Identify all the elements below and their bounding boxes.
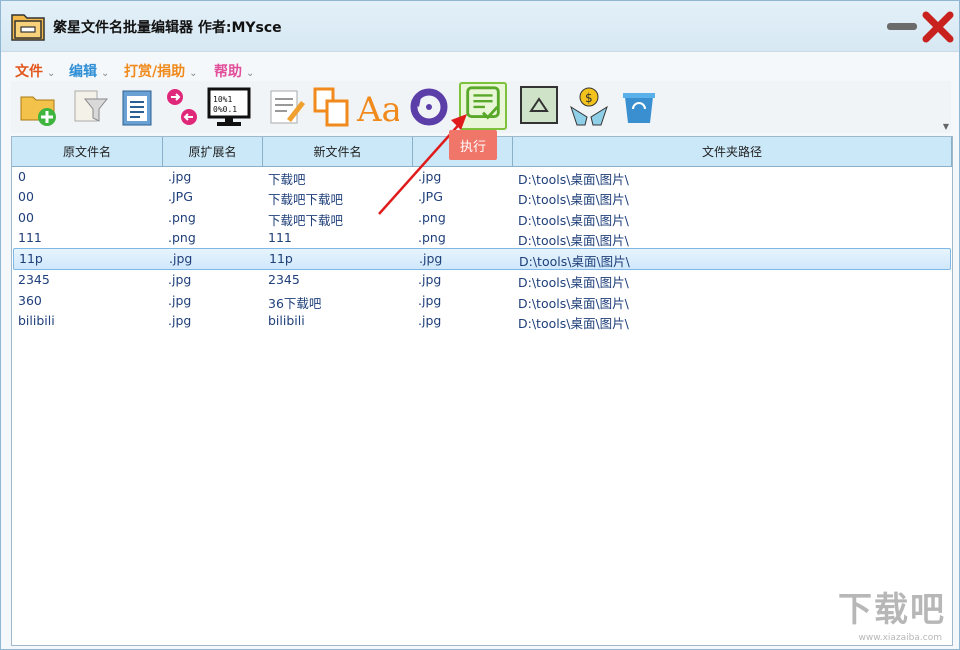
watermark-url: www.xiazaiba.com xyxy=(858,633,942,643)
menu-label: 帮助 xyxy=(214,64,242,80)
svg-text:$: $ xyxy=(585,91,593,105)
cell-original-ext: .jpg xyxy=(168,292,192,308)
cell-new-ext: .jpg xyxy=(418,313,442,329)
chevron-down-icon: ⌄ xyxy=(189,68,198,79)
app-window: 綮星文件名批量编辑器 作者:MYsce 文件 ⌄ 编辑 ⌄ 打赏/捐助 ⌄ 帮助 ⌄ 1… xyxy=(0,0,960,650)
menu-donate[interactable]: 打赏/捐助 ⌄ xyxy=(124,61,198,81)
clipboard-list-icon[interactable] xyxy=(115,83,159,129)
cell-folder-path: D:\tools\桌面\图片\ xyxy=(518,295,629,311)
table-row[interactable]: bilibili .jpg bilibili .jpg D:\tools\桌面\… xyxy=(12,311,952,331)
recycle-document-icon[interactable] xyxy=(517,83,561,129)
menu-label: 打赏/捐助 xyxy=(124,64,186,80)
cell-original-name: bilibili xyxy=(18,313,55,329)
move-arrows-icon[interactable] xyxy=(161,83,205,129)
close-icon[interactable] xyxy=(921,11,955,43)
file-table: 原文件名 原扩展名 新文件名 新 文件夹路径 0 .jpg 下载吧 .jpg D… xyxy=(11,136,953,646)
add-folder-icon[interactable] xyxy=(17,83,61,129)
minimize-button[interactable] xyxy=(887,23,917,30)
cell-original-ext: .jpg xyxy=(168,313,192,329)
undo-icon[interactable] xyxy=(407,83,451,129)
chevron-down-icon: ⌄ xyxy=(47,68,56,79)
table-body: 0 .jpg 下载吧 .jpg D:\tools\桌面\图片\ 00 .JPG … xyxy=(12,167,952,331)
menu-bar: 文件 ⌄ 编辑 ⌄ 打赏/捐助 ⌄ 帮助 ⌄ xyxy=(1,57,959,81)
cell-folder-path: D:\tools\桌面\图片\ xyxy=(518,275,629,291)
column-header-original-ext[interactable]: 原扩展名 xyxy=(163,137,263,167)
execute-icon[interactable] xyxy=(459,82,507,130)
cell-new-ext: .png xyxy=(418,209,446,225)
edit-document-icon[interactable] xyxy=(263,83,307,129)
svg-text:Aa: Aa xyxy=(356,90,399,129)
svg-text:10%1: 10%1 xyxy=(213,95,232,104)
cell-original-name: 00 xyxy=(18,209,34,225)
cell-original-ext: .png xyxy=(168,229,196,245)
cell-original-ext: .jpg xyxy=(168,272,192,288)
svg-text:0%0.1: 0%0.1 xyxy=(213,105,237,114)
cell-new-ext: .jpg xyxy=(419,251,443,267)
cell-original-name: 0 xyxy=(18,169,26,184)
title-bar[interactable]: 綮星文件名批量编辑器 作者:MYsce xyxy=(1,1,959,52)
cell-new-name: 下载吧下载吧 xyxy=(268,212,344,228)
cell-new-name: 36下载吧 xyxy=(268,295,322,311)
chevron-down-icon: ⌄ xyxy=(246,68,255,79)
cell-new-name: 2345 xyxy=(268,272,300,288)
cell-folder-path: D:\tools\桌面\图片\ xyxy=(519,254,630,270)
app-folder-icon xyxy=(11,14,45,41)
table-row-selected[interactable]: 11p .jpg 11p .jpg D:\tools\桌面\图片\ xyxy=(13,248,951,271)
chevron-down-icon: ⌄ xyxy=(101,68,110,79)
copy-files-icon[interactable] xyxy=(309,83,353,129)
cell-original-name: 111 xyxy=(18,229,42,245)
toolbar-overflow-icon[interactable]: ▼ xyxy=(943,122,949,131)
column-header-folder-path[interactable]: 文件夹路径 xyxy=(513,137,952,167)
cell-folder-path: D:\tools\桌面\图片\ xyxy=(518,232,629,248)
table-row[interactable]: 360 .jpg 36下载吧 .jpg D:\tools\桌面\图片\ xyxy=(12,291,952,311)
cell-new-ext: .JPG xyxy=(418,189,443,205)
menu-edit[interactable]: 编辑 ⌄ xyxy=(69,61,109,81)
cell-new-name: 111 xyxy=(268,229,292,245)
table-row[interactable]: 111 .png 111 .png D:\tools\桌面\图片\ xyxy=(12,228,952,248)
recycle-bin-icon[interactable] xyxy=(617,83,661,129)
cell-original-name: 11p xyxy=(19,251,43,267)
window-title: 綮星文件名批量编辑器 作者:MYsce xyxy=(53,20,282,36)
cell-folder-path: D:\tools\桌面\图片\ xyxy=(518,192,629,208)
watermark-logo: 下载吧 xyxy=(838,590,946,630)
table-row[interactable]: 00 .png 下载吧下载吧 .png D:\tools\桌面\图片\ xyxy=(12,208,952,228)
toolbar: 10%1 0%0.1 Aa $ ▼ xyxy=(11,81,951,133)
filter-icon[interactable] xyxy=(67,83,111,129)
cell-new-name: 下载吧 xyxy=(268,172,306,187)
table-row[interactable]: 2345 .jpg 2345 .jpg D:\tools\桌面\图片\ xyxy=(12,270,952,290)
cell-original-name: 00 xyxy=(18,189,34,205)
font-aa-icon[interactable]: Aa xyxy=(355,83,402,130)
cell-new-name: bilibili xyxy=(268,313,305,329)
cell-original-ext: .png xyxy=(168,209,196,225)
cell-folder-path: D:\tools\桌面\图片\ xyxy=(518,172,629,187)
column-header-new-name[interactable]: 新文件名 xyxy=(263,137,413,167)
menu-label: 编辑 xyxy=(69,64,97,80)
table-row[interactable]: 0 .jpg 下载吧 .jpg D:\tools\桌面\图片\ xyxy=(12,167,952,187)
cell-new-name: 下载吧下载吧 xyxy=(268,192,344,208)
menu-label: 文件 xyxy=(15,64,43,80)
cell-new-ext: .jpg xyxy=(418,292,442,308)
cell-original-ext: .JPG xyxy=(168,189,193,205)
cell-new-ext: .jpg xyxy=(418,169,442,184)
cell-folder-path: D:\tools\桌面\图片\ xyxy=(518,212,629,228)
execute-tooltip: 执行 xyxy=(449,130,497,160)
cell-original-name: 2345 xyxy=(18,272,50,288)
binary-monitor-icon[interactable]: 10%1 0%0.1 xyxy=(207,83,251,129)
cell-folder-path: D:\tools\桌面\图片\ xyxy=(518,316,629,332)
cell-original-ext: .jpg xyxy=(168,169,192,184)
donate-hands-icon[interactable]: $ xyxy=(567,83,611,129)
cell-original-ext: .jpg xyxy=(169,251,193,267)
cell-new-ext: .png xyxy=(418,229,446,245)
cell-original-name: 360 xyxy=(18,292,42,308)
cell-new-name: 11p xyxy=(269,251,293,267)
table-row[interactable]: 00 .JPG 下载吧下载吧 .JPG D:\tools\桌面\图片\ xyxy=(12,187,952,207)
column-header-original-name[interactable]: 原文件名 xyxy=(12,137,163,167)
cell-new-ext: .jpg xyxy=(418,272,442,288)
menu-help[interactable]: 帮助 ⌄ xyxy=(214,61,254,81)
menu-file[interactable]: 文件 ⌄ xyxy=(15,61,55,81)
